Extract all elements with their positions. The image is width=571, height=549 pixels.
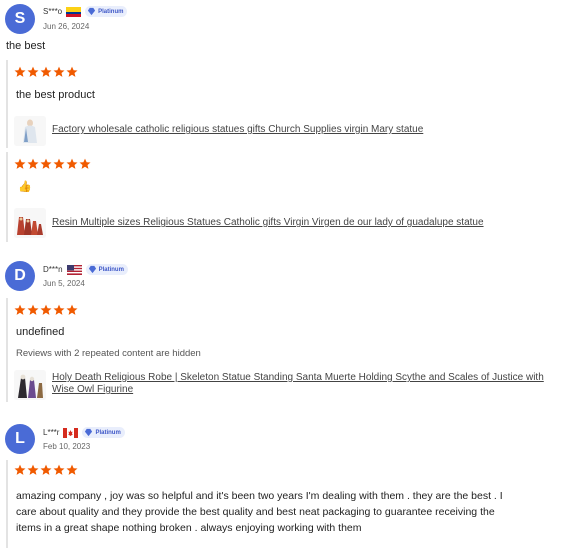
star-icon — [40, 158, 52, 169]
sub-review: undefined Reviews with 2 repeated conten… — [6, 298, 564, 402]
avatar: D — [5, 261, 35, 291]
star-icon — [27, 158, 39, 169]
star-icon — [66, 158, 78, 169]
user-name: S***o — [43, 7, 63, 16]
sub-review: amazing company , joy was so helpful and… — [6, 460, 564, 548]
avatar: L — [5, 424, 35, 454]
review-date: Jun 26, 2024 — [43, 22, 90, 31]
star-icon — [14, 66, 26, 77]
star-icon — [53, 158, 65, 169]
product-thumbnail[interactable] — [14, 208, 46, 238]
flag-canada-icon — [63, 427, 79, 438]
star-rating — [14, 66, 78, 78]
platinum-badge: Platinum — [82, 427, 125, 438]
user-line: L***r Platinum — [43, 427, 125, 438]
platinum-badge: Platinum — [85, 6, 128, 17]
product-link[interactable]: Resin Multiple sizes Religious Statues C… — [52, 217, 484, 229]
diamond-icon — [85, 428, 93, 437]
user-line: D***n Platinum — [43, 264, 128, 275]
diamond-icon — [88, 7, 96, 16]
diamond-icon — [88, 265, 96, 274]
star-rating — [14, 304, 78, 316]
star-icon — [53, 66, 65, 77]
star-icon — [27, 66, 39, 77]
star-icon — [40, 304, 52, 315]
product-link[interactable]: Holy Death Religious Robe | Skeleton Sta… — [52, 372, 544, 384]
sub-review: 👍 Resin Multiple sizes Religious Statues… — [6, 152, 564, 242]
review-date: Jun 5, 2024 — [43, 279, 85, 288]
flag-colombia-icon — [66, 6, 82, 17]
star-icon — [27, 464, 39, 475]
star-icon — [40, 464, 52, 475]
product-thumbnail[interactable] — [14, 370, 46, 400]
product-link[interactable]: Factory wholesale catholic religious sta… — [52, 124, 423, 136]
star-icon — [14, 158, 26, 169]
user-line: S***o Platinum — [43, 6, 128, 17]
sub-review: the best product Factory wholesale catho… — [6, 60, 564, 148]
review-text: undefined — [16, 326, 65, 338]
user-name: L***r — [43, 428, 60, 437]
hidden-reviews-note: Reviews with 2 repeated content are hidd… — [16, 348, 201, 359]
star-icon — [14, 304, 26, 315]
sub-review-text: the best product — [16, 89, 95, 101]
user-name: D***n — [43, 265, 63, 274]
star-icon — [66, 66, 78, 77]
review-text: the best — [6, 40, 46, 52]
star-icon — [40, 66, 52, 77]
platinum-badge: Platinum — [85, 264, 128, 275]
flag-usa-icon — [66, 264, 82, 275]
star-icon — [53, 464, 65, 475]
star-rating — [14, 464, 78, 476]
review-date: Feb 10, 2023 — [43, 442, 91, 451]
star-icon — [27, 304, 39, 315]
product-thumbnail[interactable] — [14, 116, 46, 146]
product-link-text[interactable]: Holy Death Religious Robe | Skeleton Sta… — [52, 372, 544, 396]
star-icon — [66, 304, 78, 315]
star-icon — [14, 464, 26, 475]
star-icon — [53, 304, 65, 315]
avatar: S — [5, 4, 35, 34]
thumbs-up-icon: 👍 — [18, 181, 32, 193]
product-link-row[interactable]: Holy Death Religious Robe | Skeleton Sta… — [14, 370, 544, 400]
product-link-row[interactable]: Factory wholesale catholic religious sta… — [14, 116, 423, 146]
review-text: amazing company , joy was so helpful and… — [16, 490, 503, 534]
star-icon — [66, 464, 78, 475]
star-icon — [79, 158, 91, 169]
product-link-row[interactable]: Resin Multiple sizes Religious Statues C… — [14, 208, 484, 238]
star-rating — [14, 158, 91, 170]
product-link[interactable]: Wise Owl Figurine — [52, 384, 544, 396]
